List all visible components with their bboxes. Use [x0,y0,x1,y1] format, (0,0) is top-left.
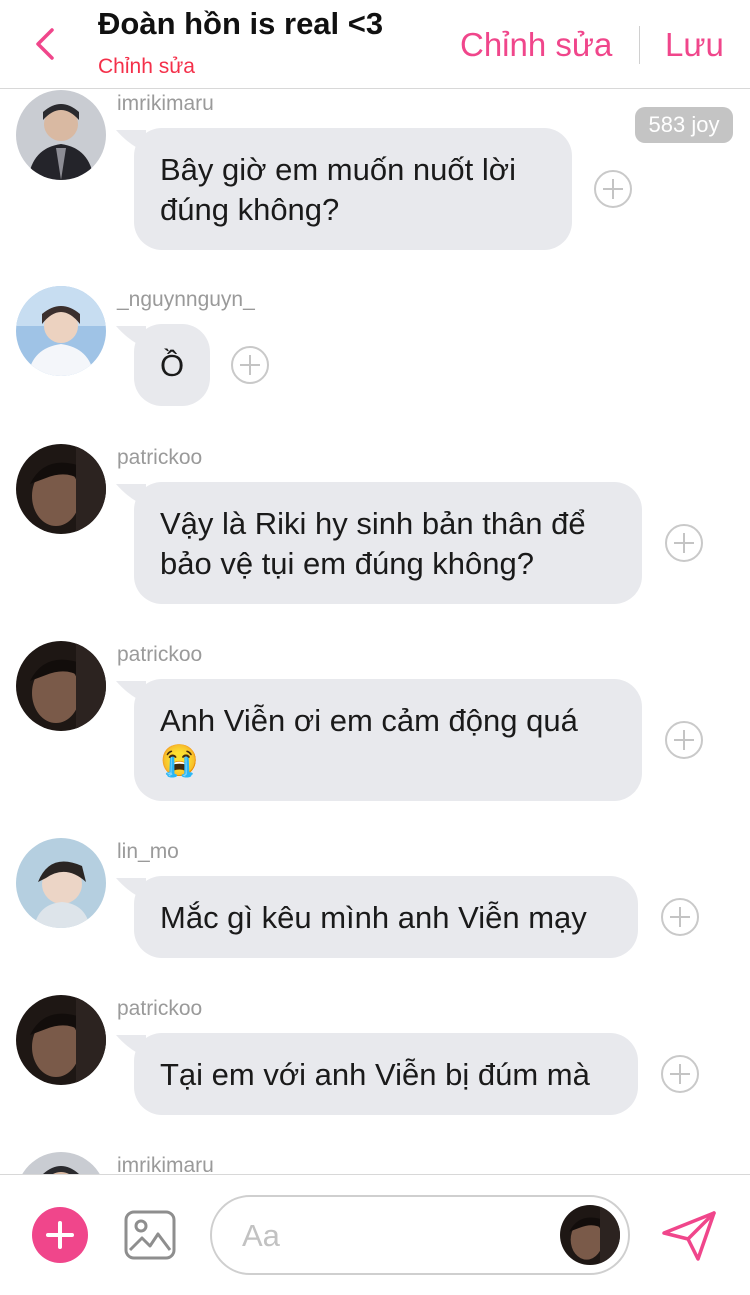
add-reaction-icon[interactable] [661,898,699,936]
avatar[interactable] [16,286,106,376]
avatar[interactable] [16,838,106,928]
send-icon[interactable] [660,1209,718,1263]
message-input-wrapper[interactable] [210,1195,630,1275]
add-reaction-icon[interactable] [594,170,632,208]
avatar[interactable] [16,995,106,1085]
chat-header: Đoàn hồn is real <3 Chỉnh sửa Chỉnh sửa … [0,0,750,89]
joy-badge: 583 joy [635,107,733,143]
image-icon[interactable] [124,1210,176,1260]
chat-subtitle[interactable]: Chỉnh sửa [98,55,195,79]
message-feed[interactable]: imrikimaru Bây giờ em muốn nuốt lời đúng… [0,88,750,1174]
message-bubble[interactable]: Tại em với anh Viễn bị đúm mà [134,1033,638,1115]
edit-button[interactable]: Chỉnh sửa [460,26,612,64]
avatar[interactable] [560,1205,620,1265]
composer-bar [0,1174,750,1295]
message-username: imrikimaru [117,92,214,115]
message-input[interactable] [240,1213,544,1259]
avatar[interactable] [16,641,106,731]
message-username: _nguynnguyn_ [117,288,255,311]
message-username: lin_mo [117,840,179,863]
message-bubble[interactable]: Bây giờ em muốn nuốt lời đúng không? [134,128,572,250]
avatar[interactable] [16,444,106,534]
avatar[interactable] [16,90,106,180]
add-reaction-icon[interactable] [665,721,703,759]
message-bubble[interactable]: Vậy là Riki hy sinh bản thân để bảo vệ t… [134,482,642,604]
add-reaction-icon[interactable] [665,524,703,562]
message-bubble[interactable]: Ồ [134,324,210,406]
header-divider [639,26,640,64]
add-reaction-icon[interactable] [661,1055,699,1093]
message-bubble[interactable]: Anh Viễn ơi em cảm động quá 😭 [134,679,642,801]
save-button[interactable]: Lưu [665,26,724,64]
message-username: imrikimaru [117,1154,214,1174]
chat-title: Đoàn hồn is real <3 [98,6,384,41]
add-reaction-icon[interactable] [231,346,269,384]
plus-icon[interactable] [32,1207,88,1263]
avatar[interactable] [16,1152,106,1174]
chevron-left-icon[interactable] [30,26,60,62]
message-username: patrickoo [117,446,203,469]
message-bubble[interactable]: Mắc gì kêu mình anh Viễn mạy [134,876,638,958]
message-username: patrickoo [117,643,203,666]
message-username: patrickoo [117,997,203,1020]
